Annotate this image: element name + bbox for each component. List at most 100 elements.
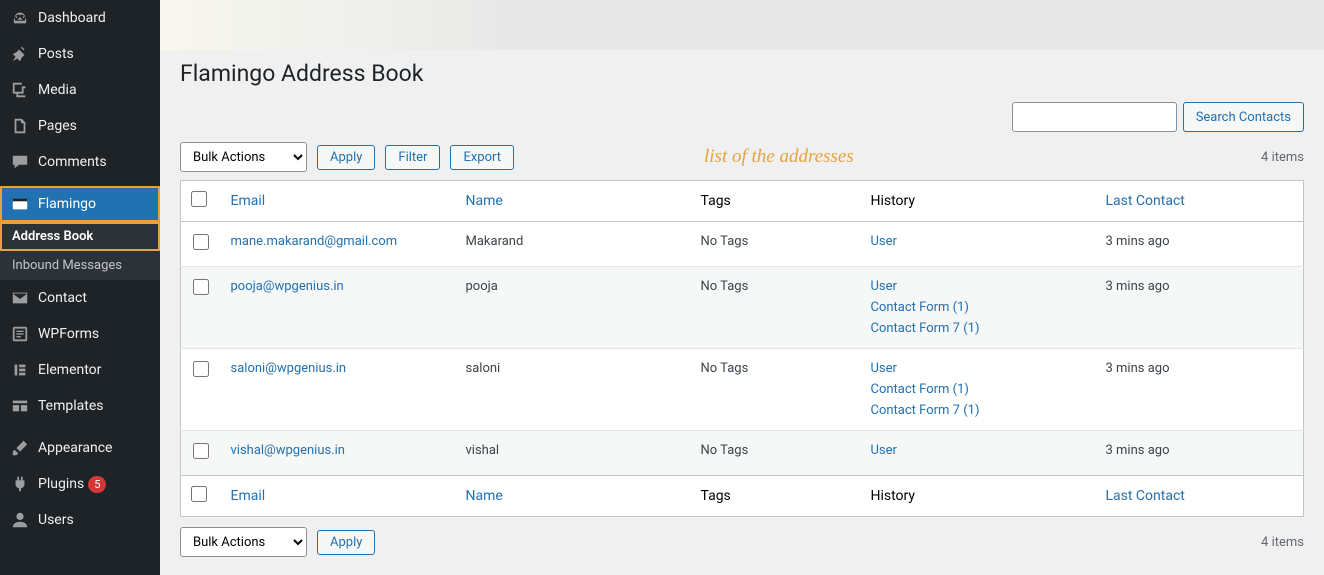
comment-icon	[10, 152, 30, 172]
tablenav-top: Bulk Actions Apply Filter Export list of…	[180, 142, 1304, 172]
history-link[interactable]: Contact Form (1)	[871, 382, 969, 397]
submenu-item-inbound-messages[interactable]: Inbound Messages	[0, 251, 160, 280]
contact-email-link[interactable]: saloni@wpgenius.in	[231, 361, 347, 376]
last-contact: 3 mins ago	[1096, 222, 1304, 267]
contact-name: vishal	[456, 431, 691, 476]
user-icon	[10, 510, 30, 530]
table-header-row: Email Name Tags History Last Contact	[181, 181, 1304, 222]
table-row: pooja@wpgenius.in poojaNo Tags User Contact…	[181, 267, 1304, 349]
flamingo-icon	[10, 194, 30, 214]
sidebar-item-label: Plugins	[38, 476, 84, 492]
col-email-footer[interactable]: Email	[231, 488, 266, 504]
item-count-bottom: 4 items	[1261, 535, 1304, 550]
contact-history: User	[861, 222, 1096, 267]
active-arrow-icon	[160, 196, 168, 212]
sidebar-item-contact[interactable]: Contact	[0, 280, 160, 316]
pin-icon	[10, 44, 30, 64]
contact-email-link[interactable]: vishal@wpgenius.in	[231, 443, 345, 458]
submenu-item-address-book[interactable]: Address Book	[0, 222, 160, 251]
export-button[interactable]: Export	[450, 145, 514, 170]
sidebar-item-label: Flamingo	[38, 196, 96, 212]
media-icon	[10, 80, 30, 100]
search-input[interactable]	[1012, 102, 1177, 132]
sidebar-item-label: Users	[38, 512, 74, 528]
sidebar-item-comments[interactable]: Comments	[0, 144, 160, 180]
last-contact: 3 mins ago	[1096, 267, 1304, 349]
tablenav-bottom: Bulk Actions Apply 4 items	[180, 527, 1304, 557]
col-email[interactable]: Email	[231, 193, 266, 209]
contact-tags: No Tags	[691, 349, 861, 431]
sidebar-item-users[interactable]: Users	[0, 502, 160, 538]
history-link[interactable]: User	[871, 234, 897, 249]
contact-email-link[interactable]: mane.makarand@gmail.com	[231, 234, 398, 249]
sidebar-item-plugins[interactable]: Plugins5	[0, 466, 160, 502]
plugin-icon	[10, 474, 30, 494]
last-contact: 3 mins ago	[1096, 431, 1304, 476]
sidebar-item-label: Templates	[38, 398, 104, 414]
sidebar-item-posts[interactable]: Posts	[0, 36, 160, 72]
sidebar-item-label: Posts	[38, 46, 74, 62]
search-contacts-button[interactable]: Search Contacts	[1183, 102, 1304, 132]
sidebar-item-flamingo[interactable]: Flamingo	[0, 186, 160, 222]
table-row: vishal@wpgenius.in vishalNo Tags User 3 min…	[181, 431, 1304, 476]
sidebar-item-label: Elementor	[38, 362, 101, 378]
history-link[interactable]: Contact Form 7 (1)	[871, 403, 980, 418]
bulk-actions-select[interactable]: Bulk Actions	[180, 142, 307, 172]
table-row: saloni@wpgenius.insaloniNo TagsUserConta…	[181, 349, 1304, 431]
sidebar-item-label: WPForms	[38, 326, 99, 342]
sidebar-item-elementor[interactable]: Elementor	[0, 352, 160, 388]
row-checkbox[interactable]	[193, 279, 209, 295]
sidebar-item-label: Appearance	[38, 440, 112, 456]
table-row: mane.makarand@gmail.com MakarandNo Tags Us…	[181, 222, 1304, 267]
col-last-contact-footer[interactable]: Last Contact	[1106, 488, 1185, 504]
elementor-icon	[10, 360, 30, 380]
row-checkbox[interactable]	[193, 443, 209, 459]
sidebar-item-dashboard[interactable]: Dashboard	[0, 0, 160, 36]
col-tags: Tags	[691, 181, 861, 222]
history-link[interactable]: Contact Form (1)	[871, 300, 969, 315]
contact-name: pooja	[456, 267, 691, 349]
contact-tags: No Tags	[691, 222, 861, 267]
contact-tags: No Tags	[691, 431, 861, 476]
plugin-update-badge: 5	[88, 476, 106, 493]
sidebar-item-templates[interactable]: Templates	[0, 388, 160, 424]
contact-name: Makarand	[456, 222, 691, 267]
history-link[interactable]: User	[871, 361, 897, 376]
history-link[interactable]: User	[871, 279, 897, 294]
sidebar-item-label: Contact	[38, 290, 87, 306]
apply-button[interactable]: Apply	[317, 145, 375, 170]
row-checkbox[interactable]	[193, 361, 209, 377]
sidebar-item-wpforms[interactable]: WPForms	[0, 316, 160, 352]
item-count-top: 4 items	[1261, 150, 1304, 165]
contact-history: User Contact Form (1) Contact Form 7 (1)	[861, 267, 1096, 349]
sidebar-item-label: Pages	[38, 118, 77, 134]
col-tags-footer: Tags	[691, 476, 861, 517]
contacts-table: Email Name Tags History Last Contact man…	[180, 180, 1304, 517]
sidebar-item-pages[interactable]: Pages	[0, 108, 160, 144]
col-name[interactable]: Name	[466, 193, 503, 209]
contact-email-link[interactable]: pooja@wpgenius.in	[231, 279, 344, 294]
col-history-footer: History	[861, 476, 1096, 517]
col-last-contact[interactable]: Last Contact	[1106, 193, 1185, 209]
col-history: History	[861, 181, 1096, 222]
flamingo-submenu: Address BookInbound Messages	[0, 222, 160, 280]
table-footer-row: Email Name Tags History Last Contact	[181, 476, 1304, 517]
sidebar-item-media[interactable]: Media	[0, 72, 160, 108]
wpforms-icon	[10, 324, 30, 344]
contact-tags: No Tags	[691, 267, 861, 349]
annotation-text: list of the addresses	[704, 146, 854, 168]
filter-button[interactable]: Filter	[385, 145, 440, 170]
select-all-footer-checkbox[interactable]	[191, 486, 207, 502]
page-title: Flamingo Address Book	[180, 60, 1304, 87]
row-checkbox[interactable]	[193, 234, 209, 250]
history-link[interactable]: User	[871, 443, 897, 458]
sidebar-item-label: Comments	[38, 154, 107, 170]
sidebar-item-appearance[interactable]: Appearance	[0, 430, 160, 466]
apply-button-bottom[interactable]: Apply	[317, 530, 375, 555]
bulk-actions-select-bottom[interactable]: Bulk Actions	[180, 527, 307, 557]
select-all-checkbox[interactable]	[191, 191, 207, 207]
page-icon	[10, 116, 30, 136]
col-name-footer[interactable]: Name	[466, 488, 503, 504]
contact-history: User	[861, 431, 1096, 476]
history-link[interactable]: Contact Form 7 (1)	[871, 321, 980, 336]
